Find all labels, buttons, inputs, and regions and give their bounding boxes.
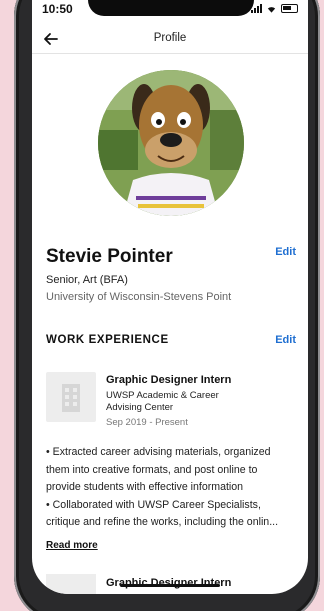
battery-icon <box>281 4 298 13</box>
description-line: them into creative formats, and post onl… <box>46 463 258 476</box>
building-icon <box>46 372 96 422</box>
home-indicator[interactable] <box>120 584 220 587</box>
app-screen: 10:50 Profile Stevie Pointer Edit Senior… <box>32 0 308 594</box>
nav-bar: Profile <box>32 26 308 54</box>
notch <box>88 0 254 16</box>
job-organization: UWSP Academic & Career Advising Center <box>106 390 256 414</box>
job-org-line: UWSP Academic & Career <box>106 390 219 401</box>
job-dates: Sep 2019 - Present <box>106 417 188 428</box>
mascot-photo <box>98 70 244 216</box>
description-line: • Collaborated with UWSP Career Speciali… <box>46 498 261 511</box>
wifi-icon <box>267 7 276 13</box>
building-icon <box>46 574 96 594</box>
description-line: provide students with effective informat… <box>46 481 244 493</box>
job-description: • Extracted career advising materials, o… <box>46 444 298 532</box>
description-line: critique and refine the works, including… <box>46 516 279 528</box>
status-bar: 10:50 <box>32 0 308 20</box>
work-experience-heading: WORK EXPERIENCE <box>46 334 169 346</box>
edit-profile-button[interactable]: Edit <box>275 246 296 258</box>
profile-degree: Senior, Art (BFA) <box>46 274 128 286</box>
job-org-line: Advising Center <box>106 402 174 413</box>
job-title: Graphic Designer Intern <box>106 374 232 386</box>
description-line: • Extracted career advising materials, o… <box>46 446 271 458</box>
edit-work-button[interactable]: Edit <box>275 334 296 346</box>
status-icons <box>251 4 298 13</box>
signal-icon <box>251 4 262 13</box>
job-title: Graphic Designer Intern <box>106 577 232 589</box>
status-time: 10:50 <box>42 2 73 16</box>
read-more-link[interactable]: Read more <box>46 540 98 551</box>
profile-name: Stevie Pointer <box>46 246 173 267</box>
profile-school: University of Wisconsin-Stevens Point <box>46 291 232 303</box>
page-title: Profile <box>153 32 187 44</box>
avatar <box>98 70 244 216</box>
